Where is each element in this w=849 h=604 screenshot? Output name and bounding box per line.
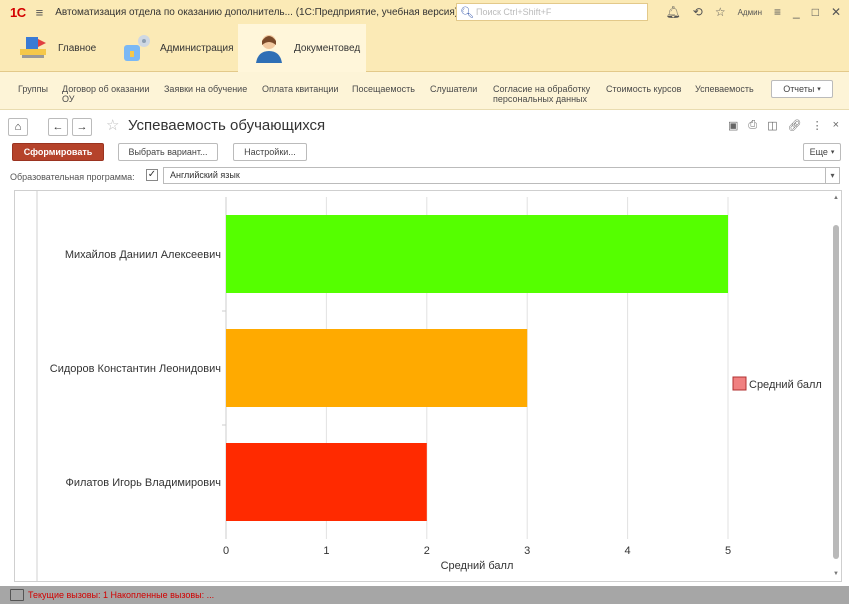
history-icon[interactable]: ⟲ xyxy=(693,5,703,19)
user-name[interactable]: Админ xyxy=(738,8,762,17)
nav-item-students[interactable]: Слушатели xyxy=(430,84,477,94)
bar xyxy=(226,443,427,521)
x-tick-label: 0 xyxy=(223,545,229,557)
bar xyxy=(226,329,528,407)
star-icon[interactable]: ☆ xyxy=(715,5,726,19)
category-label: Сидоров Константин Леонидович xyxy=(50,363,221,375)
sections-panel: Главное Администрация Документовед xyxy=(0,24,849,72)
nav-item-course-cost[interactable]: Стоимость курсов xyxy=(606,84,681,94)
window-title: Автоматизация отдела по оказанию дополни… xyxy=(55,6,459,18)
category-label: Филатов Игорь Владимирович xyxy=(65,477,221,489)
scroll-up-icon[interactable]: ▲ xyxy=(833,195,839,201)
close-icon[interactable]: ✕ xyxy=(831,5,841,19)
nav-item-consent[interactable]: Согласие на обработку персональных данны… xyxy=(493,84,597,104)
title-bar: 1С ≡ Автоматизация отдела по оказанию до… xyxy=(0,0,849,24)
nav-item-contract[interactable]: Договор об оказании ОУ xyxy=(62,84,158,104)
status-bar: Текущие вызовы: 1 Накопленные вызовы: ..… xyxy=(0,586,849,604)
bar xyxy=(226,215,728,293)
nav-item-groups[interactable]: Группы xyxy=(18,84,48,94)
bell-icon[interactable]: 🔔︎ xyxy=(666,5,681,19)
program-dropdown-icon[interactable]: ▾ xyxy=(826,167,840,184)
x-tick-label: 1 xyxy=(323,545,329,557)
reports-label: Отчеты xyxy=(783,84,815,94)
program-input[interactable]: Английский язык xyxy=(163,167,826,184)
vertical-scrollbar[interactable]: ▲ ▼ xyxy=(831,191,841,581)
search-icon: 🔍︎ xyxy=(460,6,474,19)
x-tick-label: 5 xyxy=(725,545,731,557)
close-form-icon[interactable]: × xyxy=(833,119,839,132)
param-label: Образовательная программа: xyxy=(10,172,135,182)
section-documentoved[interactable]: Документовед xyxy=(238,24,366,72)
section-label: Главное xyxy=(58,42,97,54)
more-button[interactable]: Еще ▾ xyxy=(803,143,841,161)
search-placeholder: Поиск Ctrl+Shift+F xyxy=(475,7,552,17)
calls-icon xyxy=(10,589,24,601)
preview-icon[interactable]: ◫ xyxy=(767,119,777,132)
category-label: Михайлов Даниил Алексеевич xyxy=(65,249,221,261)
settings-menu-icon[interactable]: ≡ xyxy=(774,5,781,19)
bar-chart: Михайлов Даниил Алексеевич Сидоров Конста… xyxy=(36,191,822,581)
forward-icon[interactable]: → xyxy=(72,118,92,136)
link-icon[interactable]: 🔗︎ xyxy=(788,119,802,132)
chart-panel: Михайлов Даниил Алексеевич Сидоров Конста… xyxy=(14,190,842,582)
section-main[interactable]: Главное xyxy=(16,24,96,72)
scroll-down-icon[interactable]: ▼ xyxy=(833,571,839,577)
page-title: Успеваемость обучающихся xyxy=(128,117,326,134)
home-section-icon xyxy=(16,31,50,65)
param-use-checkbox[interactable]: ✓ xyxy=(146,169,158,181)
more-label: Еще xyxy=(809,147,828,157)
form-header: ⌂ ← → ☆ Успеваемость обучающихся ▣ ⎙ ◫ 🔗… xyxy=(0,110,849,140)
back-icon[interactable]: ← xyxy=(48,118,68,136)
legend-swatch xyxy=(732,376,747,391)
save-icon[interactable]: ▣ xyxy=(728,119,738,132)
chevron-down-icon: ▾ xyxy=(817,86,821,93)
scroll-thumb[interactable] xyxy=(833,225,839,559)
section-label: Администрация xyxy=(160,42,234,54)
choose-variant-button[interactable]: Выбрать вариант... xyxy=(118,143,218,161)
nav-item-payment[interactable]: Оплата квитанции xyxy=(262,84,338,94)
nav-item-attendance[interactable]: Посещаемость xyxy=(352,84,415,94)
reports-button[interactable]: Отчеты ▾ xyxy=(771,80,833,98)
maximize-icon[interactable]: □ xyxy=(812,5,819,19)
admin-section-icon xyxy=(118,31,152,65)
print-icon[interactable]: ⎙ xyxy=(748,119,757,132)
chevron-down-icon: ▾ xyxy=(830,149,835,156)
x-tick-label: 4 xyxy=(625,545,631,557)
favorite-star-icon[interactable]: ☆ xyxy=(106,116,119,134)
section-admin[interactable]: Администрация xyxy=(118,24,234,72)
more-vertical-icon[interactable]: ⋮ xyxy=(812,119,823,132)
x-tick-label: 3 xyxy=(524,545,530,557)
generate-button[interactable]: Сформировать xyxy=(12,143,104,161)
search-input[interactable]: 🔍︎ Поиск Ctrl+Shift+F xyxy=(456,3,648,21)
x-tick-label: 2 xyxy=(424,545,430,557)
user-section-icon xyxy=(252,31,286,65)
nav-bar: Группы Договор об оказании ОУ Заявки на … xyxy=(0,72,849,110)
home-icon[interactable]: ⌂ xyxy=(8,118,28,136)
minimize-icon[interactable]: _ xyxy=(793,5,800,19)
x-axis-title: Средний балл xyxy=(441,560,514,572)
app-logo: 1С xyxy=(10,4,26,20)
legend-label: Средний балл xyxy=(749,379,822,391)
section-label: Документовед xyxy=(294,42,361,54)
main-menu-icon[interactable]: ≡ xyxy=(36,5,44,20)
status-text[interactable]: Текущие вызовы: 1 Накопленные вызовы: ..… xyxy=(28,590,214,600)
nav-item-applications[interactable]: Заявки на обучение xyxy=(164,84,247,94)
settings-button[interactable]: Настройки... xyxy=(233,143,307,161)
nav-item-progress[interactable]: Успеваемость xyxy=(695,84,754,94)
